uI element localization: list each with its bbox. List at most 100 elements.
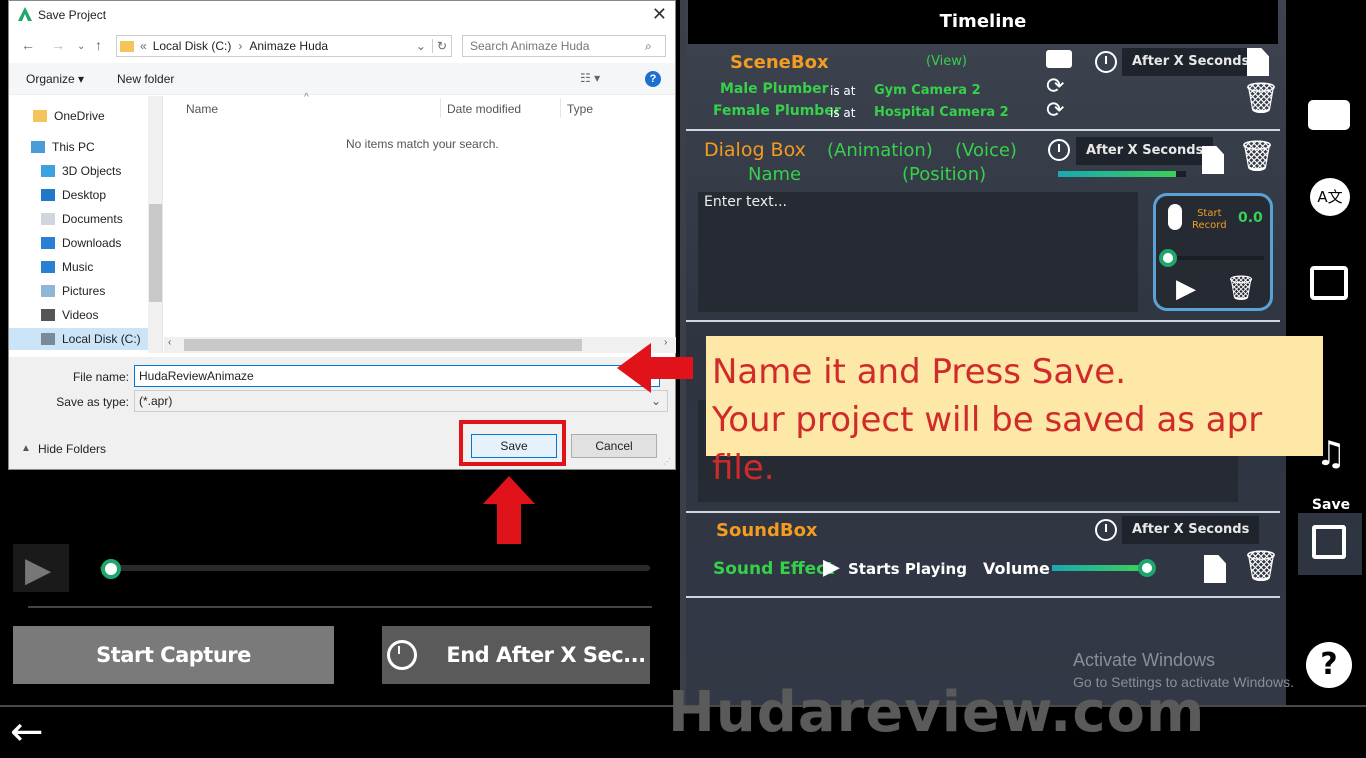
document-icon[interactable] — [1247, 48, 1269, 76]
address-prefix: « — [140, 39, 147, 53]
resize-grip-icon[interactable]: ⋰ — [663, 457, 671, 466]
close-icon[interactable]: ✕ — [652, 4, 667, 25]
document-icon — [41, 213, 55, 225]
help-icon[interactable]: ? — [1306, 642, 1352, 688]
dialog-position[interactable]: (Position) — [902, 164, 986, 185]
new-folder-button[interactable]: New folder — [117, 72, 174, 86]
nav-scrollbar[interactable] — [148, 96, 162, 353]
dialog-form: File name: HudaReviewAnimaze Save as typ… — [9, 357, 675, 469]
preview-play-button[interactable]: ▶ — [13, 544, 69, 592]
chevron-down-icon[interactable]: ⌄ — [416, 39, 426, 53]
dialog-titlebar: Save Project ✕ — [9, 1, 675, 29]
trash-icon[interactable]: 🗑 — [1238, 142, 1276, 174]
trash-icon[interactable]: 🗑 — [1242, 552, 1280, 584]
start-capture-button[interactable]: Start Capture — [13, 626, 334, 684]
start-record-line1[interactable]: Start — [1192, 208, 1227, 220]
dialog-voice[interactable]: (Voice) — [955, 140, 1017, 161]
soundbox-timer[interactable]: After X Seconds — [1122, 516, 1260, 544]
preview-track[interactable] — [100, 565, 650, 571]
camera-icon[interactable] — [1046, 50, 1072, 68]
play-icon[interactable]: ▶ — [823, 555, 840, 580]
nav-3d-objects[interactable]: 3D Objects — [41, 160, 162, 182]
view-options-icon[interactable]: ☷ ▾ — [580, 71, 600, 85]
cancel-button[interactable]: Cancel — [571, 434, 657, 458]
refresh-icon[interactable]: ↻ — [431, 39, 451, 53]
chat-icon[interactable] — [1310, 266, 1348, 300]
camera-icon[interactable] — [1308, 100, 1350, 130]
end-after-button[interactable]: End After X Sec... — [382, 626, 650, 684]
dialogbox-timer[interactable]: After X Seconds — [1076, 137, 1214, 165]
save-label: Save — [1311, 497, 1351, 513]
dialog-volume-slider[interactable] — [1058, 171, 1186, 177]
scene-place-1[interactable]: Gym Camera 2 — [874, 83, 981, 98]
file-hscrollbar[interactable]: ‹ › — [164, 337, 676, 353]
dialog-text-area[interactable]: Enter text... — [698, 192, 1138, 312]
nav-documents[interactable]: Documents — [41, 208, 162, 230]
nav-this-pc[interactable]: This PC — [31, 136, 162, 158]
nav-desktop[interactable]: Desktop — [41, 184, 162, 206]
translate-icon[interactable]: A文 — [1310, 178, 1350, 216]
preview-knob[interactable] — [101, 559, 121, 579]
dialog-name[interactable]: Name — [748, 164, 801, 185]
column-name[interactable]: Name — [186, 102, 218, 116]
breadcrumb-separator: › — [238, 39, 243, 53]
sound-volume-slider[interactable] — [1052, 565, 1152, 571]
microphone-icon[interactable] — [1168, 204, 1182, 230]
trash-icon[interactable]: 🗑 — [1226, 274, 1256, 302]
play-icon[interactable]: ▶ — [1176, 276, 1196, 302]
save-button[interactable] — [1298, 513, 1362, 575]
nav-label: This PC — [52, 140, 95, 154]
column-date[interactable]: Date modified — [447, 102, 521, 116]
nav-onedrive[interactable]: OneDrive — [33, 105, 162, 127]
swap-icon[interactable]: ⟳ — [1046, 74, 1064, 99]
scene-actor-1[interactable]: Male Plumber — [720, 81, 829, 97]
swap-icon-2[interactable]: ⟳ — [1046, 98, 1064, 123]
video-icon — [41, 309, 55, 321]
document-icon[interactable] — [1202, 146, 1224, 174]
chevron-up-icon[interactable]: ▲ — [21, 443, 31, 454]
address-bar[interactable]: « Local Disk (C:) › Animaze Huda ⌄ ↻ — [116, 35, 452, 57]
help-icon[interactable]: ? — [645, 71, 661, 87]
nav-local-disk[interactable]: Local Disk (C:) — [9, 328, 148, 350]
column-type[interactable]: Type — [567, 102, 593, 116]
forward-icon[interactable]: → — [51, 37, 65, 53]
save-type-select[interactable]: (*.apr) ⌄ — [134, 390, 668, 412]
breadcrumb-animaze-huda[interactable]: Animaze Huda — [249, 39, 328, 53]
up-icon[interactable]: ↑ — [95, 37, 102, 53]
scenebox-view[interactable]: (View) — [926, 54, 967, 69]
chevron-down-icon[interactable]: ⌄ — [77, 41, 85, 52]
organize-menu[interactable]: Organize ▾ — [26, 72, 84, 86]
record-progress[interactable] — [1164, 256, 1264, 260]
chevron-left-icon[interactable]: ‹ — [168, 337, 171, 348]
start-record-line2[interactable]: Record — [1192, 220, 1227, 232]
nav-downloads[interactable]: Downloads — [41, 232, 162, 254]
divider — [686, 511, 1280, 513]
nav-pictures[interactable]: Pictures — [41, 280, 162, 302]
navigation-pane: OneDrive This PC 3D Objects Desktop Docu… — [9, 96, 163, 353]
back-icon[interactable]: ← — [21, 37, 35, 53]
scroll-thumb[interactable] — [149, 204, 162, 302]
scroll-thumb[interactable] — [184, 339, 582, 351]
volume-knob[interactable] — [1138, 559, 1156, 577]
file-name-input[interactable]: HudaReviewAnimaze — [134, 365, 660, 387]
folder-icon — [33, 110, 47, 122]
document-icon[interactable] — [1204, 555, 1226, 583]
sort-up-icon: ^ — [304, 92, 309, 103]
hide-folders-button[interactable]: Hide Folders — [38, 442, 106, 456]
sound-effect[interactable]: Sound Effect — [713, 559, 834, 579]
scene-place-2[interactable]: Hospital Camera 2 — [874, 105, 1009, 120]
search-input[interactable]: Search Animaze Huda — [462, 35, 666, 57]
record-knob[interactable] — [1159, 249, 1177, 267]
arrow-up-icon — [483, 476, 535, 544]
callout-line-1: Name it and Press Save. — [712, 352, 1127, 392]
nav-label: OneDrive — [54, 109, 105, 123]
dialog-title: Save Project — [38, 8, 107, 22]
trash-icon[interactable]: 🗑 — [1242, 84, 1280, 116]
nav-videos[interactable]: Videos — [41, 304, 162, 326]
scene-actor-2[interactable]: Female Plumber — [713, 103, 841, 119]
nav-music[interactable]: Music — [41, 256, 162, 278]
scenebox-timer[interactable]: After X Seconds — [1122, 48, 1260, 76]
back-arrow-icon[interactable]: ← — [10, 712, 44, 752]
dialog-animation[interactable]: (Animation) — [827, 140, 933, 161]
breadcrumb-local-disk[interactable]: Local Disk (C:) — [153, 39, 232, 53]
